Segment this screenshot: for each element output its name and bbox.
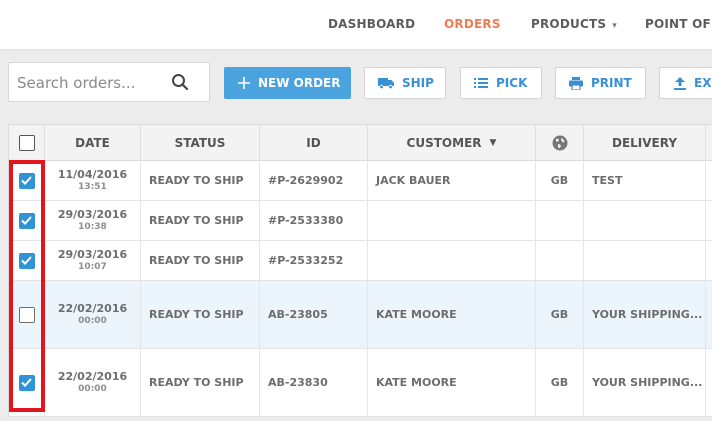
row-checkbox[interactable] (18, 252, 35, 269)
ship-label: SHIP (402, 76, 434, 90)
delivery-cell (584, 201, 706, 240)
table-row[interactable]: 29/03/2016 10:07 READY TO SHIP #P-253325… (9, 241, 712, 281)
order-time: 10:38 (78, 222, 107, 232)
customer-cell (368, 241, 536, 280)
row-checkbox[interactable] (18, 306, 35, 323)
row-select-cell (9, 349, 45, 416)
status-cell: READY TO SHIP (141, 161, 260, 200)
order-time: 13:51 (78, 182, 107, 192)
checkmark-icon (21, 378, 32, 387)
order-time: 10:07 (78, 262, 107, 272)
nav-dashboard[interactable]: DASHBOARD (328, 17, 415, 31)
order-date: 29/03/2016 (57, 208, 128, 221)
header-id[interactable]: ID (260, 125, 368, 161)
checkmark-icon (21, 216, 32, 225)
header-status[interactable]: STATUS (141, 125, 260, 161)
date-cell: 22/02/2016 00:00 (45, 281, 141, 348)
date-cell: 11/04/2016 13:51 (45, 161, 141, 200)
plus-icon (238, 77, 250, 89)
header-country[interactable] (536, 125, 584, 161)
country-cell: GB (536, 281, 584, 348)
customer-cell (368, 201, 536, 240)
chevron-down-icon: ▾ (612, 21, 617, 31)
order-date: 29/03/2016 (57, 248, 128, 261)
country-cell: GB (536, 349, 584, 416)
nav-orders[interactable]: ORDERS (444, 17, 501, 31)
date-cell: 22/02/2016 00:00 (45, 349, 141, 416)
date-cell: 29/03/2016 10:38 (45, 201, 141, 240)
search-box (8, 62, 210, 102)
order-time: 00:00 (78, 316, 107, 326)
checkmark-icon (21, 256, 32, 265)
list-icon (474, 78, 488, 88)
truck-icon (378, 77, 394, 89)
table-row[interactable]: 29/03/2016 10:38 READY TO SHIP #P-253338… (9, 201, 712, 241)
order-id-cell[interactable]: AB-23830 (260, 349, 368, 416)
country-cell: GB (536, 161, 584, 200)
customer-cell: KATE MOORE (368, 349, 536, 416)
upload-icon (674, 76, 686, 90)
order-id-cell[interactable]: AB-23805 (260, 281, 368, 348)
new-order-label: NEW ORDER (258, 76, 341, 90)
export-button[interactable]: EX (659, 67, 712, 99)
order-id-cell[interactable]: #P-2533380 (260, 201, 368, 240)
print-button[interactable]: PRINT (555, 67, 646, 99)
status-cell: READY TO SHIP (141, 241, 260, 280)
nav-products-label: PRODUCTS (531, 17, 607, 31)
order-id-cell[interactable]: #P-2533252 (260, 241, 368, 280)
row-select-cell (9, 161, 45, 200)
order-date: 22/02/2016 (57, 302, 128, 315)
country-cell (536, 201, 584, 240)
row-select-cell (9, 281, 45, 348)
row-select-cell (9, 201, 45, 240)
row-checkbox[interactable] (18, 212, 35, 229)
status-cell: READY TO SHIP (141, 201, 260, 240)
date-cell: 29/03/2016 10:07 (45, 241, 141, 280)
pick-label: PICK (496, 76, 528, 90)
sort-caret-icon: ▼ (489, 138, 497, 148)
delivery-cell: YOUR SHIPPING... (584, 281, 706, 348)
header-delivery[interactable]: DELIVERY (584, 125, 706, 161)
orders-table: DATE STATUS ID CUSTOMER ▼ DELIVERY 11/04/… (8, 124, 712, 417)
row-select-cell (9, 241, 45, 280)
globe-icon (552, 135, 567, 151)
delivery-cell (584, 241, 706, 280)
table-row[interactable]: 11/04/2016 13:51 READY TO SHIP #P-262990… (9, 161, 712, 201)
top-navigation: DASHBOARD ORDERS PRODUCTS ▾ POINT OF SA (0, 0, 712, 50)
delivery-cell: YOUR SHIPPING... (584, 349, 706, 416)
header-select-all-cell (9, 125, 45, 161)
print-label: PRINT (591, 76, 632, 90)
checkmark-icon (21, 176, 32, 185)
ship-button[interactable]: SHIP (364, 67, 446, 99)
row-checkbox[interactable] (18, 172, 35, 189)
nav-products[interactable]: PRODUCTS ▾ (531, 17, 617, 31)
delivery-cell: TEST (584, 161, 706, 200)
customer-cell: KATE MOORE (368, 281, 536, 348)
export-label: EX (694, 76, 712, 90)
table-row[interactable]: 22/02/2016 00:00 READY TO SHIP AB-23805 … (9, 281, 712, 349)
search-icon[interactable] (171, 73, 189, 91)
order-date: 22/02/2016 (57, 370, 128, 383)
row-checkbox[interactable] (18, 374, 35, 391)
search-input[interactable] (17, 71, 167, 95)
header-customer[interactable]: CUSTOMER ▼ (368, 125, 536, 161)
header-customer-label: CUSTOMER (406, 136, 482, 150)
status-cell: READY TO SHIP (141, 281, 260, 348)
status-cell: READY TO SHIP (141, 349, 260, 416)
customer-cell: JACK BAUER (368, 161, 536, 200)
pick-button[interactable]: PICK (460, 67, 542, 99)
order-time: 00:00 (78, 384, 107, 394)
new-order-button[interactable]: NEW ORDER (224, 67, 351, 99)
table-header: DATE STATUS ID CUSTOMER ▼ DELIVERY (9, 124, 712, 161)
select-all-checkbox[interactable] (18, 135, 35, 151)
order-date: 11/04/2016 (57, 168, 128, 181)
header-date[interactable]: DATE (45, 125, 141, 161)
table-row[interactable]: 22/02/2016 00:00 READY TO SHIP AB-23830 … (9, 349, 712, 417)
order-id-cell[interactable]: #P-2629902 (260, 161, 368, 200)
country-cell (536, 241, 584, 280)
nav-point-of-sale[interactable]: POINT OF SA (645, 17, 712, 31)
printer-icon (569, 76, 583, 90)
